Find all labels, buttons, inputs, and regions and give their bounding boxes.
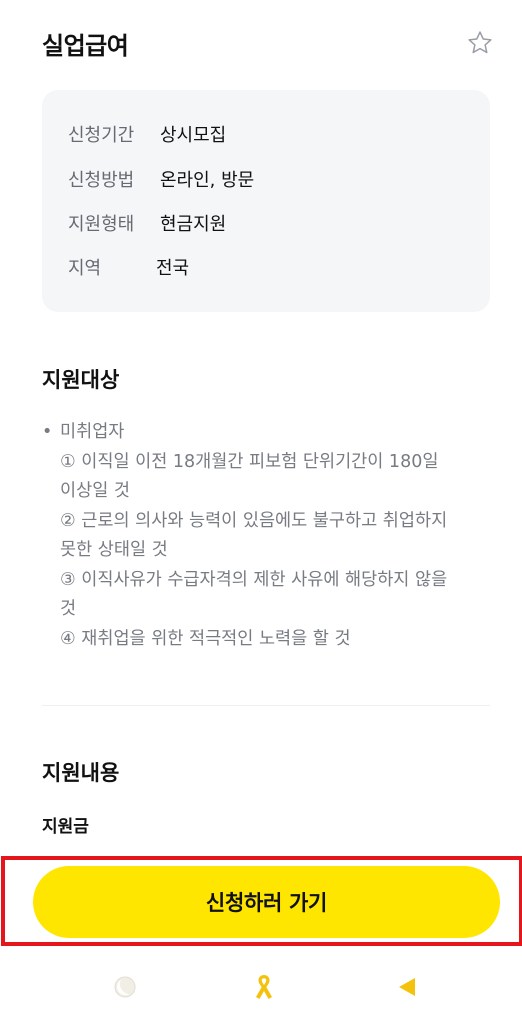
info-value: 전국 xyxy=(156,258,190,279)
info-row-method: 신청방법 온라인, 방문 xyxy=(68,165,254,193)
info-row-period: 신청기간 상시모집 xyxy=(68,120,226,148)
star-icon xyxy=(468,31,492,54)
info-value: 상시모집 xyxy=(160,125,227,146)
title-row: 실업급여 xyxy=(42,18,492,68)
list-item: ② 근로의 의사와 능력이 있음에도 불구하고 취업하지 xyxy=(60,510,448,531)
divider xyxy=(42,705,490,706)
page: 실업급여 신청기간 상시모집 신청방법 온라인, 방문 지원형태 현금지원 지역… xyxy=(0,0,522,1018)
bullet-icon: • xyxy=(42,422,53,442)
list-item: ④ 재취업을 위한 적극적인 노력을 할 것 xyxy=(60,628,351,649)
info-label: 지원형태 xyxy=(68,214,135,235)
info-label: 신청기간 xyxy=(68,125,135,146)
list-item: 이상일 것 xyxy=(60,481,130,501)
nav-moon-button[interactable] xyxy=(110,972,140,1002)
list-item: 것 xyxy=(60,599,77,619)
bottom-navigation xyxy=(0,958,522,1018)
info-row-region: 지역 전국 xyxy=(68,253,189,281)
page-title: 실업급여 xyxy=(42,31,129,60)
nav-ribbon-button[interactable] xyxy=(249,972,279,1002)
info-label: 신청방법 xyxy=(68,170,135,191)
list-item: 못한 상태일 것 xyxy=(60,540,168,560)
target-description: • 미취업자 ① 이직일 이전 18개월간 피보험 단위기간이 180일 이상일… xyxy=(42,418,492,654)
info-label: 지역 xyxy=(68,258,102,279)
info-value: 온라인, 방문 xyxy=(160,170,255,191)
ribbon-icon xyxy=(256,975,272,999)
info-row-type: 지원형태 현금지원 xyxy=(68,209,226,237)
back-icon xyxy=(399,978,415,996)
info-value: 현금지원 xyxy=(160,214,227,235)
section-title-content: 지원내용 xyxy=(42,761,120,785)
apply-bar: 신청하러 가기 xyxy=(0,856,522,946)
moon-icon xyxy=(114,976,136,998)
list-item: • 미취업자 xyxy=(42,418,492,448)
subsection-title: 지원금 xyxy=(42,817,89,837)
bullet-text: 미취업자 xyxy=(60,422,125,442)
section-title-target: 지원대상 xyxy=(42,368,120,392)
info-card: 신청기간 상시모집 신청방법 온라인, 방문 지원형태 현금지원 지역 전국 xyxy=(42,90,490,312)
list-item: ③ 이직사유가 수급자격의 제한 사유에 해당하지 않을 xyxy=(60,569,448,590)
list-item: ① 이직일 이전 18개월간 피보험 단위기간이 180일 xyxy=(60,451,439,472)
favorite-button[interactable] xyxy=(464,27,496,59)
nav-back-button[interactable] xyxy=(392,972,422,1002)
apply-button[interactable]: 신청하러 가기 xyxy=(33,866,500,938)
